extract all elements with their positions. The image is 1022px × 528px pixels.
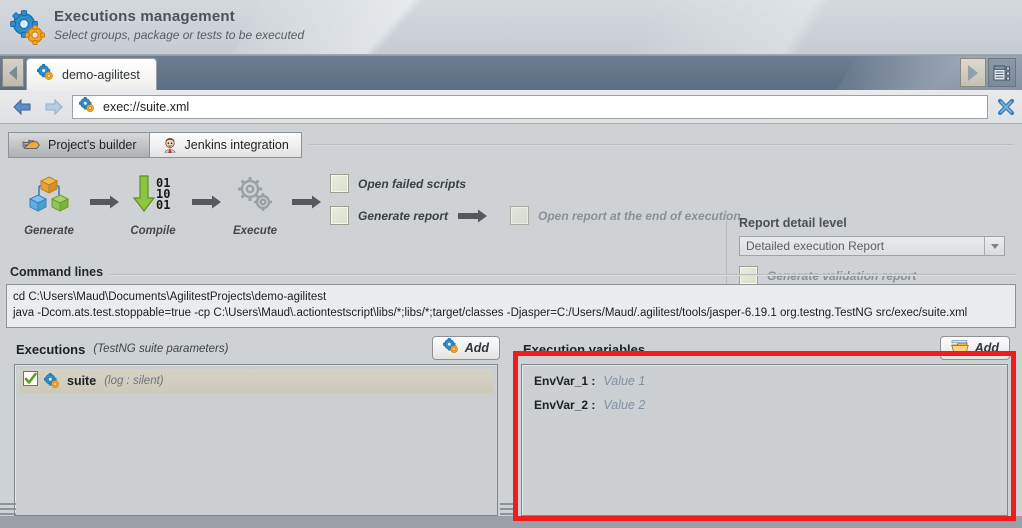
gears-blue-orange-icon [44, 373, 60, 389]
subtabs-divider [308, 144, 1014, 146]
tab-scroll-left-button[interactable] [2, 58, 24, 87]
close-cross-icon[interactable] [996, 97, 1016, 117]
tab-list-icon [993, 65, 1011, 80]
gears-blue-orange-icon [10, 10, 46, 46]
arrow-forward-icon[interactable] [44, 98, 64, 116]
variable-value: Value 2 [603, 398, 646, 412]
svg-text:01: 01 [156, 198, 170, 212]
executions-panel-header: Executions (TestNG suite parameters) Add [6, 332, 506, 366]
executions-list[interactable]: suite (log : silent) [14, 364, 498, 516]
header-sheen-2 [613, 0, 967, 56]
checkbox-open-failed-scripts[interactable] [330, 174, 349, 193]
chevron-down-icon[interactable] [984, 237, 1004, 255]
pipeline-step-execute-label: Execute [232, 225, 278, 237]
page-subtitle: Select groups, package or tests to be ex… [54, 28, 305, 42]
page-header: Executions management Select groups, pac… [0, 0, 1022, 56]
executions-management-window: Executions management Select groups, pac… [0, 0, 1022, 528]
tab-projects-builder[interactable]: Project's builder [8, 132, 150, 158]
report-detail-title: Report detail level [739, 216, 847, 230]
command-lines-divider [110, 274, 1016, 276]
jenkins-butler-icon [162, 137, 178, 153]
tab-scroll-right-button[interactable] [960, 58, 986, 87]
tab-jenkins-integration-label: Jenkins integration [184, 138, 289, 152]
command-lines-group: Command lines cd C:\Users\Maud\Documents… [6, 265, 1016, 328]
gears-blue-orange-icon [79, 96, 95, 118]
gears-execute-icon [210, 174, 300, 221]
command-line-1: cd C:\Users\Maud\Documents\AgilitestProj… [13, 291, 327, 303]
bottom-panes: Executions (TestNG suite parameters) Add… [0, 332, 1022, 528]
execution-variables-panel-title: Execution variables [523, 341, 646, 357]
variable-key: EnvVar_1 : [534, 374, 596, 388]
pipeline-step-compile-label: Compile [130, 225, 176, 237]
option-open-failed-scripts[interactable]: Open failed scripts [330, 174, 466, 193]
report-detail-selected-value: Detailed execution Report [746, 239, 885, 253]
builder-icon [21, 138, 41, 153]
execution-variables-panel-header: Execution variables Add [513, 332, 1016, 366]
builder-tabs: Project's builder Jenkins integration [8, 132, 302, 158]
checkbox-checked-icon[interactable] [23, 371, 38, 391]
address-input[interactable]: exec://suite.xml [72, 95, 988, 119]
execution-meta: (log : silent) [104, 375, 164, 387]
option-generate-report-label: Generate report [358, 208, 449, 223]
header-text-block: Executions management Select groups, pac… [54, 8, 304, 42]
arrow-right-icon [458, 209, 488, 228]
option-open-report-at-end[interactable]: Open report at the end of execution [510, 206, 741, 225]
tab-list-button[interactable] [988, 58, 1016, 87]
option-generate-report[interactable]: Generate report [330, 206, 448, 225]
execution-variables-add-button[interactable]: Add [939, 336, 1010, 360]
triangle-left-icon [9, 65, 17, 80]
arrow-right-icon [292, 195, 322, 214]
cubes-generate-icon [4, 174, 94, 221]
pipeline-step-compile[interactable]: 01 10 01 Compile [108, 174, 198, 237]
arrow-back-icon[interactable] [12, 98, 32, 116]
pipeline-step-execute[interactable]: Execute [210, 174, 300, 237]
main-body: Project's builder Jenkins integration Ge… [0, 124, 1022, 528]
pipeline-step-generate-label: Generate [24, 225, 74, 237]
triangle-right-icon [968, 64, 978, 81]
tab-jenkins-integration[interactable]: Jenkins integration [149, 132, 302, 158]
variable-value: Value 1 [603, 374, 646, 388]
execution-variables-panel: Execution variables Add EnvVar_1: Value… [513, 332, 1016, 522]
command-line-2: java -Dcom.ats.test.stoppable=true -cp C… [13, 307, 968, 319]
project-tab-demo-agilitest[interactable]: demo-agilitest [26, 58, 157, 90]
executions-panel-subtitle: (TestNG suite parameters) [93, 343, 229, 355]
execution-name: suite [67, 374, 97, 388]
option-open-failed-scripts-label: Open failed scripts [358, 176, 467, 191]
checkbox-open-report-at-end[interactable] [510, 206, 529, 225]
report-detail-select[interactable]: Detailed execution Report [739, 236, 1005, 256]
page-title: Executions management [54, 8, 235, 25]
pipeline-step-generate[interactable]: Generate [4, 174, 94, 237]
window-bottom-strip [0, 516, 1022, 528]
checkbox-generate-report[interactable] [330, 206, 349, 225]
command-lines-legend: Command lines [10, 265, 110, 279]
address-bar: exec://suite.xml [0, 90, 1022, 124]
gears-blue-orange-icon [442, 337, 459, 359]
executions-panel: Executions (TestNG suite parameters) Add… [6, 332, 506, 522]
list-item[interactable]: EnvVar_1 : Value 1 [526, 369, 1003, 393]
list-item[interactable]: suite (log : silent) [19, 369, 493, 393]
execution-variables-add-button-label: Add [974, 341, 999, 355]
command-lines-box[interactable]: cd C:\Users\Maud\Documents\AgilitestProj… [6, 284, 1016, 328]
executions-panel-title: Executions [16, 341, 86, 357]
drawer-open-icon [950, 339, 969, 358]
option-open-report-at-end-label: Open report at the end of execution [538, 208, 741, 223]
gears-blue-orange-icon [37, 63, 54, 86]
executions-add-button-label: Add [464, 341, 489, 355]
project-tab-strip: demo-agilitest [0, 56, 1022, 90]
list-item[interactable]: EnvVar_2 : Value 2 [526, 393, 1003, 417]
tab-projects-builder-label: Project's builder [48, 138, 137, 152]
execution-variables-list[interactable]: EnvVar_1 : Value 1 EnvVar_2 : Value 2 [521, 364, 1008, 516]
variable-key: EnvVar_2 : [534, 398, 596, 412]
project-tab-label: demo-agilitest [62, 67, 140, 82]
binary-arrow-compile-icon: 01 10 01 [108, 174, 198, 221]
address-url-text: exec://suite.xml [103, 100, 190, 114]
executions-add-button[interactable]: Add [431, 336, 500, 360]
